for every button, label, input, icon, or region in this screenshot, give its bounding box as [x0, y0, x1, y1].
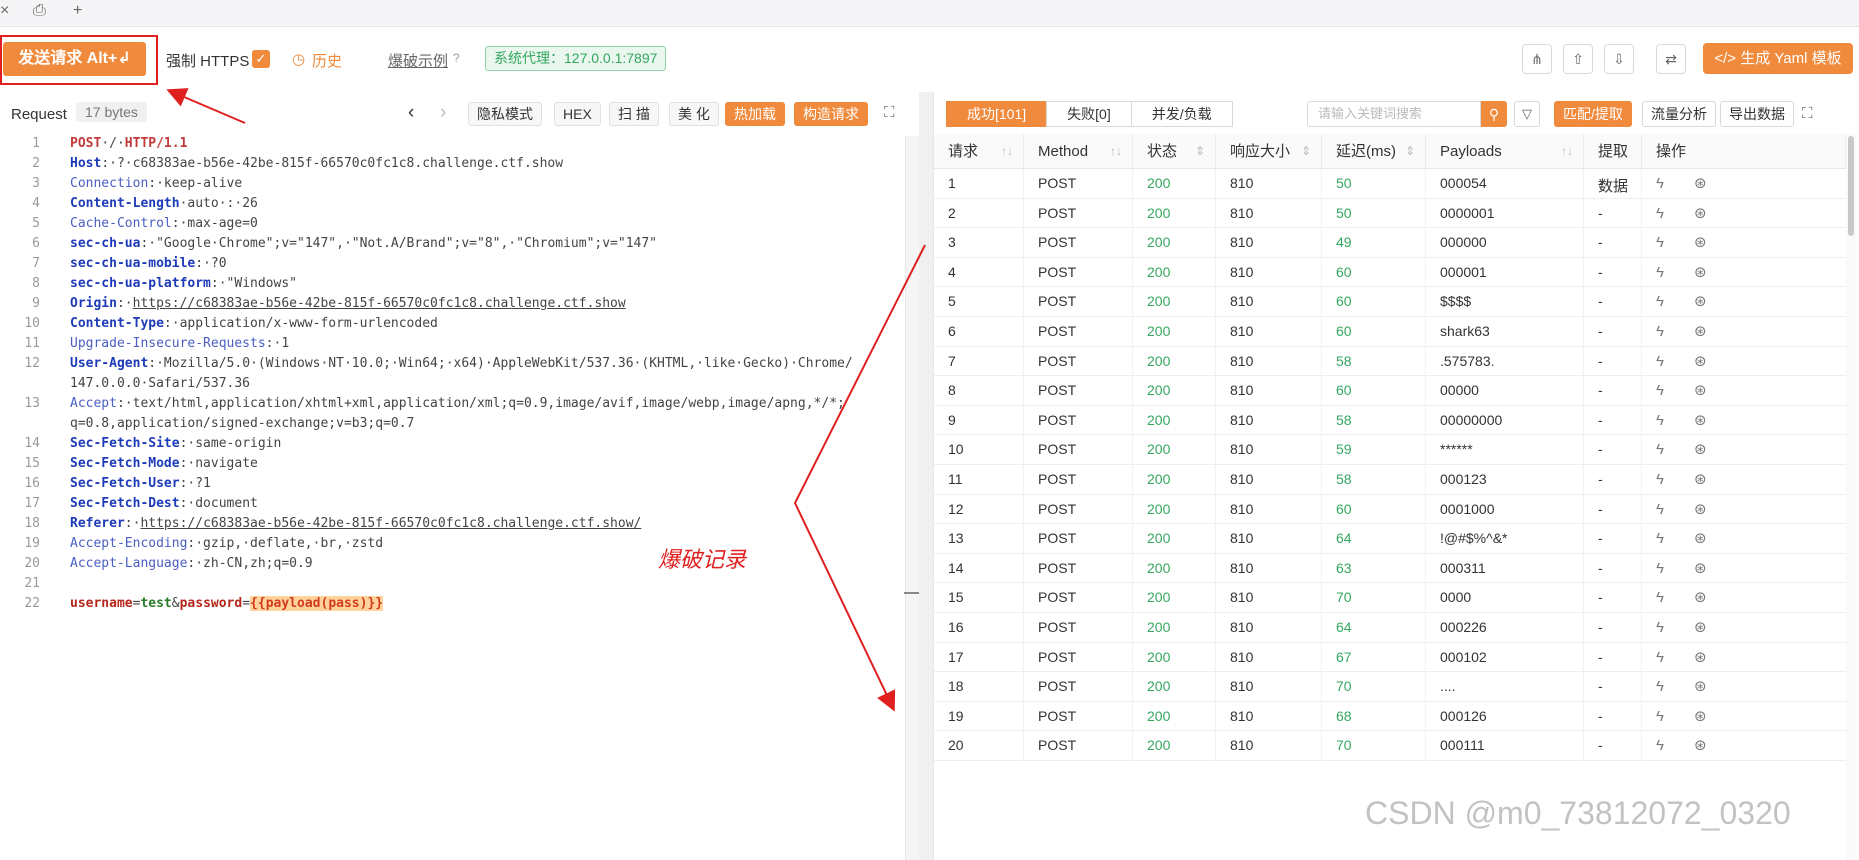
arrow-to-send-button — [166, 88, 246, 124]
arrow-to-results — [793, 244, 926, 712]
watermark: CSDN @m0_73812072_0320 — [1365, 795, 1791, 831]
annotation-arrows — [166, 88, 926, 712]
